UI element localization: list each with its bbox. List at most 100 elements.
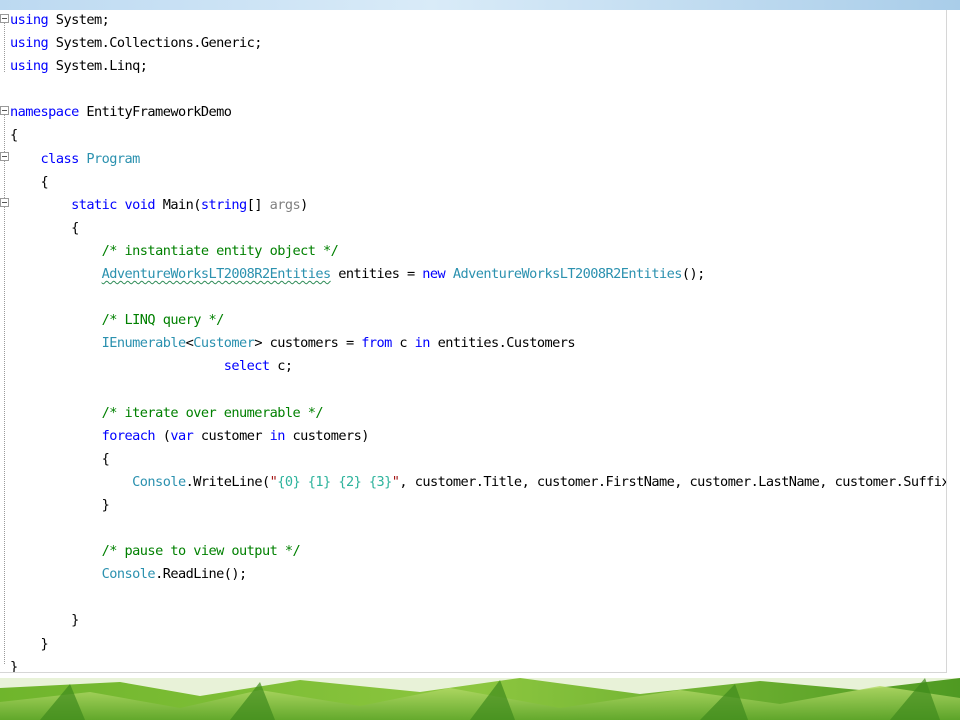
code-token: { (10, 450, 110, 467)
code-line[interactable]: IEnumerable<Customer> customers = from c… (10, 332, 946, 355)
code-line[interactable]: } (10, 494, 946, 517)
code-line[interactable] (10, 517, 946, 540)
code-token: { (10, 219, 79, 236)
code-line[interactable]: } (10, 609, 946, 632)
code-text[interactable]: using System; using System.Collections.Ge… (10, 10, 947, 673)
code-line[interactable]: { (10, 217, 946, 240)
code-line[interactable]: using System; (10, 10, 946, 32)
code-line[interactable]: using System.Collections.Generic; (10, 32, 946, 55)
code-token: c (391, 335, 415, 352)
code-token: Program (86, 150, 140, 167)
code-line[interactable]: { (10, 448, 946, 471)
code-line[interactable]: { (10, 124, 946, 147)
code-line[interactable]: class Program (10, 148, 946, 171)
code-token: AdventureWorksLT2008R2Entities (452, 266, 683, 283)
code-line[interactable] (10, 586, 946, 609)
code-line[interactable]: } (10, 633, 946, 656)
code-line[interactable]: AdventureWorksLT2008R2Entities entities … (10, 263, 946, 286)
grass-decoration (0, 678, 960, 720)
code-line[interactable]: namespace EntityFrameworkDemo (10, 101, 946, 124)
code-line[interactable]: /* instantiate entity object */ (10, 240, 946, 263)
code-token: , customer.Title, customer.FirstName, cu… (399, 473, 947, 490)
code-token: {0} (277, 473, 301, 490)
code-token: /* pause to view output */ (101, 543, 301, 560)
code-line[interactable]: } (10, 656, 946, 673)
code-token: (); (681, 266, 705, 283)
code-token: Console (101, 566, 156, 583)
code-line[interactable]: /* iterate over enumerable */ (10, 402, 946, 425)
code-token: args (269, 196, 301, 213)
code-line[interactable] (10, 286, 946, 309)
code-token: string (200, 196, 247, 213)
code-token: { (10, 127, 18, 144)
code-token: var (170, 427, 194, 444)
code-line[interactable]: foreach (var customer in customers) (10, 425, 946, 448)
code-line[interactable]: /* pause to view output */ (10, 540, 946, 563)
code-line[interactable]: Console.ReadLine(); (10, 563, 946, 586)
code-token: select (223, 358, 270, 375)
code-token: Console (132, 473, 186, 490)
code-token: using (10, 35, 49, 52)
code-line[interactable] (10, 78, 946, 101)
collapse-minus-icon[interactable] (0, 14, 9, 23)
code-token: ( (155, 427, 171, 444)
collapse-minus-icon[interactable] (0, 106, 9, 115)
code-token: {3} (368, 473, 392, 490)
code-token: foreach (101, 427, 156, 444)
code-token: } (10, 612, 79, 629)
code-token: using (10, 58, 49, 75)
code-line[interactable]: using System.Linq; (10, 55, 946, 78)
code-token: System; (48, 12, 110, 28)
code-token: [] (246, 196, 270, 213)
code-token: void (124, 196, 156, 213)
code-line[interactable]: select c; (10, 355, 946, 378)
code-token: namespace (10, 104, 79, 121)
code-token: /* LINQ query */ (101, 312, 225, 329)
code-token: AdventureWorksLT2008R2Entities (101, 266, 332, 283)
code-token: > customers = (254, 335, 362, 352)
code-token: .WriteLine( (185, 473, 271, 490)
code-token: Main( (155, 196, 202, 213)
code-token: entities.Customers (429, 335, 576, 352)
code-line[interactable]: Console.WriteLine("{0} {1} {2} {3}", cus… (10, 471, 947, 494)
code-token: entities = (330, 266, 423, 283)
code-line[interactable]: { (10, 171, 946, 194)
code-token: customer (193, 427, 270, 444)
slide-frame: using System; using System.Collections.Ge… (0, 10, 960, 678)
collapse-minus-icon[interactable] (0, 152, 9, 161)
code-token: } (10, 496, 110, 513)
code-token: ) (300, 196, 308, 213)
code-editor[interactable]: using System; using System.Collections.Ge… (0, 10, 947, 673)
code-line[interactable] (10, 379, 946, 402)
outline-line-usings (4, 20, 5, 72)
code-token: /* iterate over enumerable */ (101, 404, 324, 421)
collapse-minus-icon[interactable] (0, 198, 9, 207)
outlining-gutter (0, 10, 9, 672)
outline-line-namespace (4, 112, 5, 664)
code-token: in (414, 335, 431, 352)
code-token: EntityFrameworkDemo (78, 104, 232, 121)
code-line[interactable]: /* LINQ query */ (10, 309, 946, 332)
code-token: in (269, 427, 286, 444)
code-token: .ReadLine(); (155, 566, 247, 583)
code-line[interactable]: static void Main(string[] args) (10, 194, 946, 217)
code-token: using (10, 12, 49, 28)
code-token: } (10, 658, 18, 673)
slide-top-band (0, 0, 960, 10)
code-token: customers) (284, 427, 370, 444)
